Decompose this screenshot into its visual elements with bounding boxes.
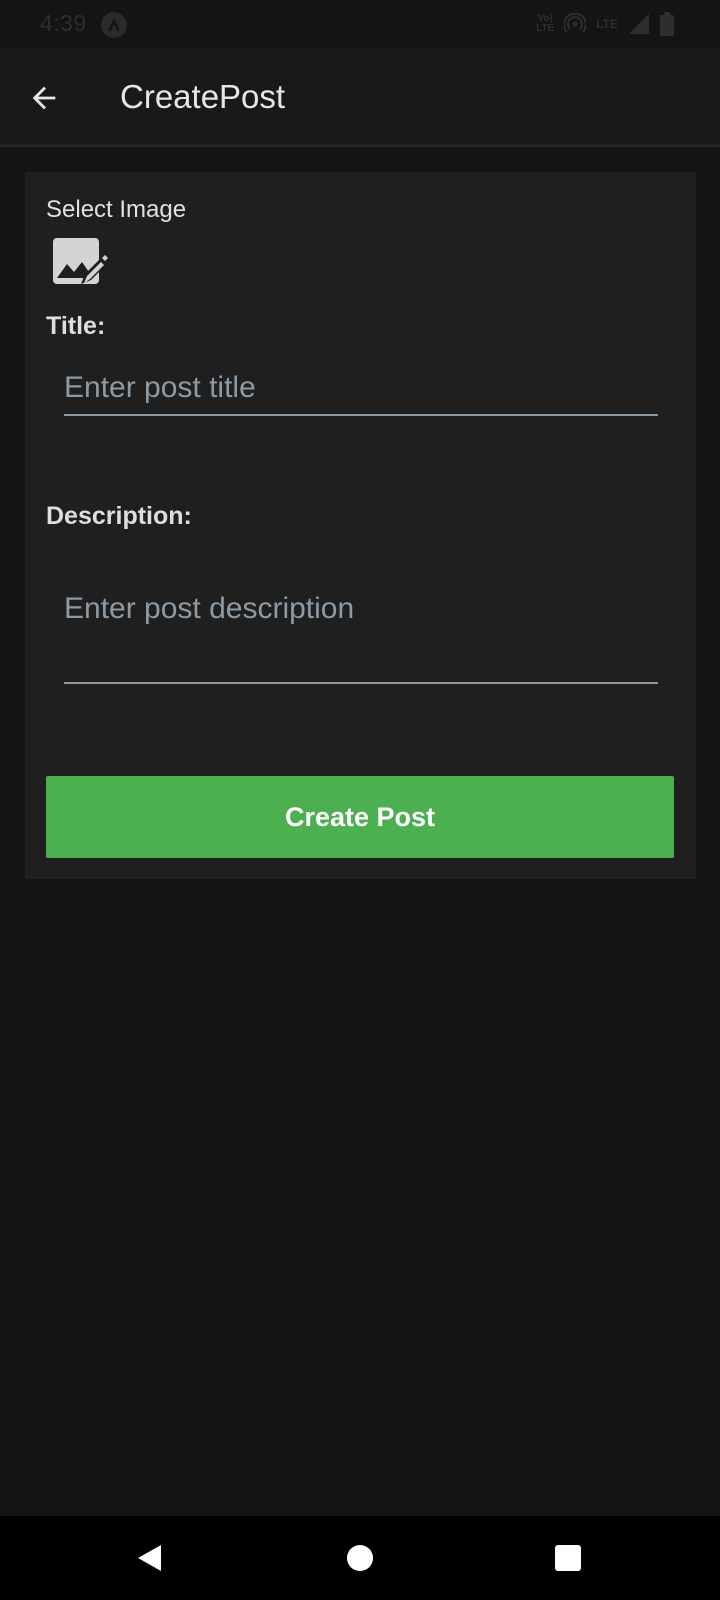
status-bar: 4:39 Vo) LTE LTE: [0, 0, 720, 48]
create-post-button[interactable]: Create Post: [46, 776, 674, 858]
recents-square-icon: [555, 1545, 581, 1571]
volte-icon: Vo) LTE: [536, 14, 554, 34]
select-image-button[interactable]: [51, 234, 109, 292]
select-image-label: Select Image: [46, 196, 187, 223]
image-edit-icon: [53, 238, 108, 284]
status-time: 4:39: [40, 10, 87, 36]
battery-icon: [660, 12, 674, 36]
page-title: CreatePost: [120, 78, 286, 115]
post-description-input[interactable]: [64, 592, 658, 684]
nav-recents-button[interactable]: [548, 1538, 588, 1578]
status-icons: Vo) LTE LTE: [536, 10, 674, 38]
volte-line-2: LTE: [536, 23, 555, 34]
create-post-form: Select Image Title: Description: Create …: [25, 172, 696, 879]
description-label: Description:: [46, 502, 192, 530]
nav-home-button[interactable]: [340, 1538, 380, 1578]
nav-back-button[interactable]: [130, 1538, 170, 1578]
title-label: Title:: [46, 312, 106, 340]
back-button[interactable]: [20, 74, 68, 122]
app-notification-icon: [101, 12, 127, 38]
signal-icon: [629, 14, 649, 34]
back-triangle-icon: [138, 1545, 161, 1571]
lte-icon: LTE: [596, 17, 618, 31]
home-circle-icon: [347, 1545, 373, 1571]
arrow-left-icon: [32, 86, 56, 110]
post-title-input[interactable]: [64, 362, 658, 416]
system-nav-bar: [0, 1516, 720, 1600]
hotspot-icon: [564, 13, 587, 33]
app-bar: CreatePost: [0, 48, 720, 147]
